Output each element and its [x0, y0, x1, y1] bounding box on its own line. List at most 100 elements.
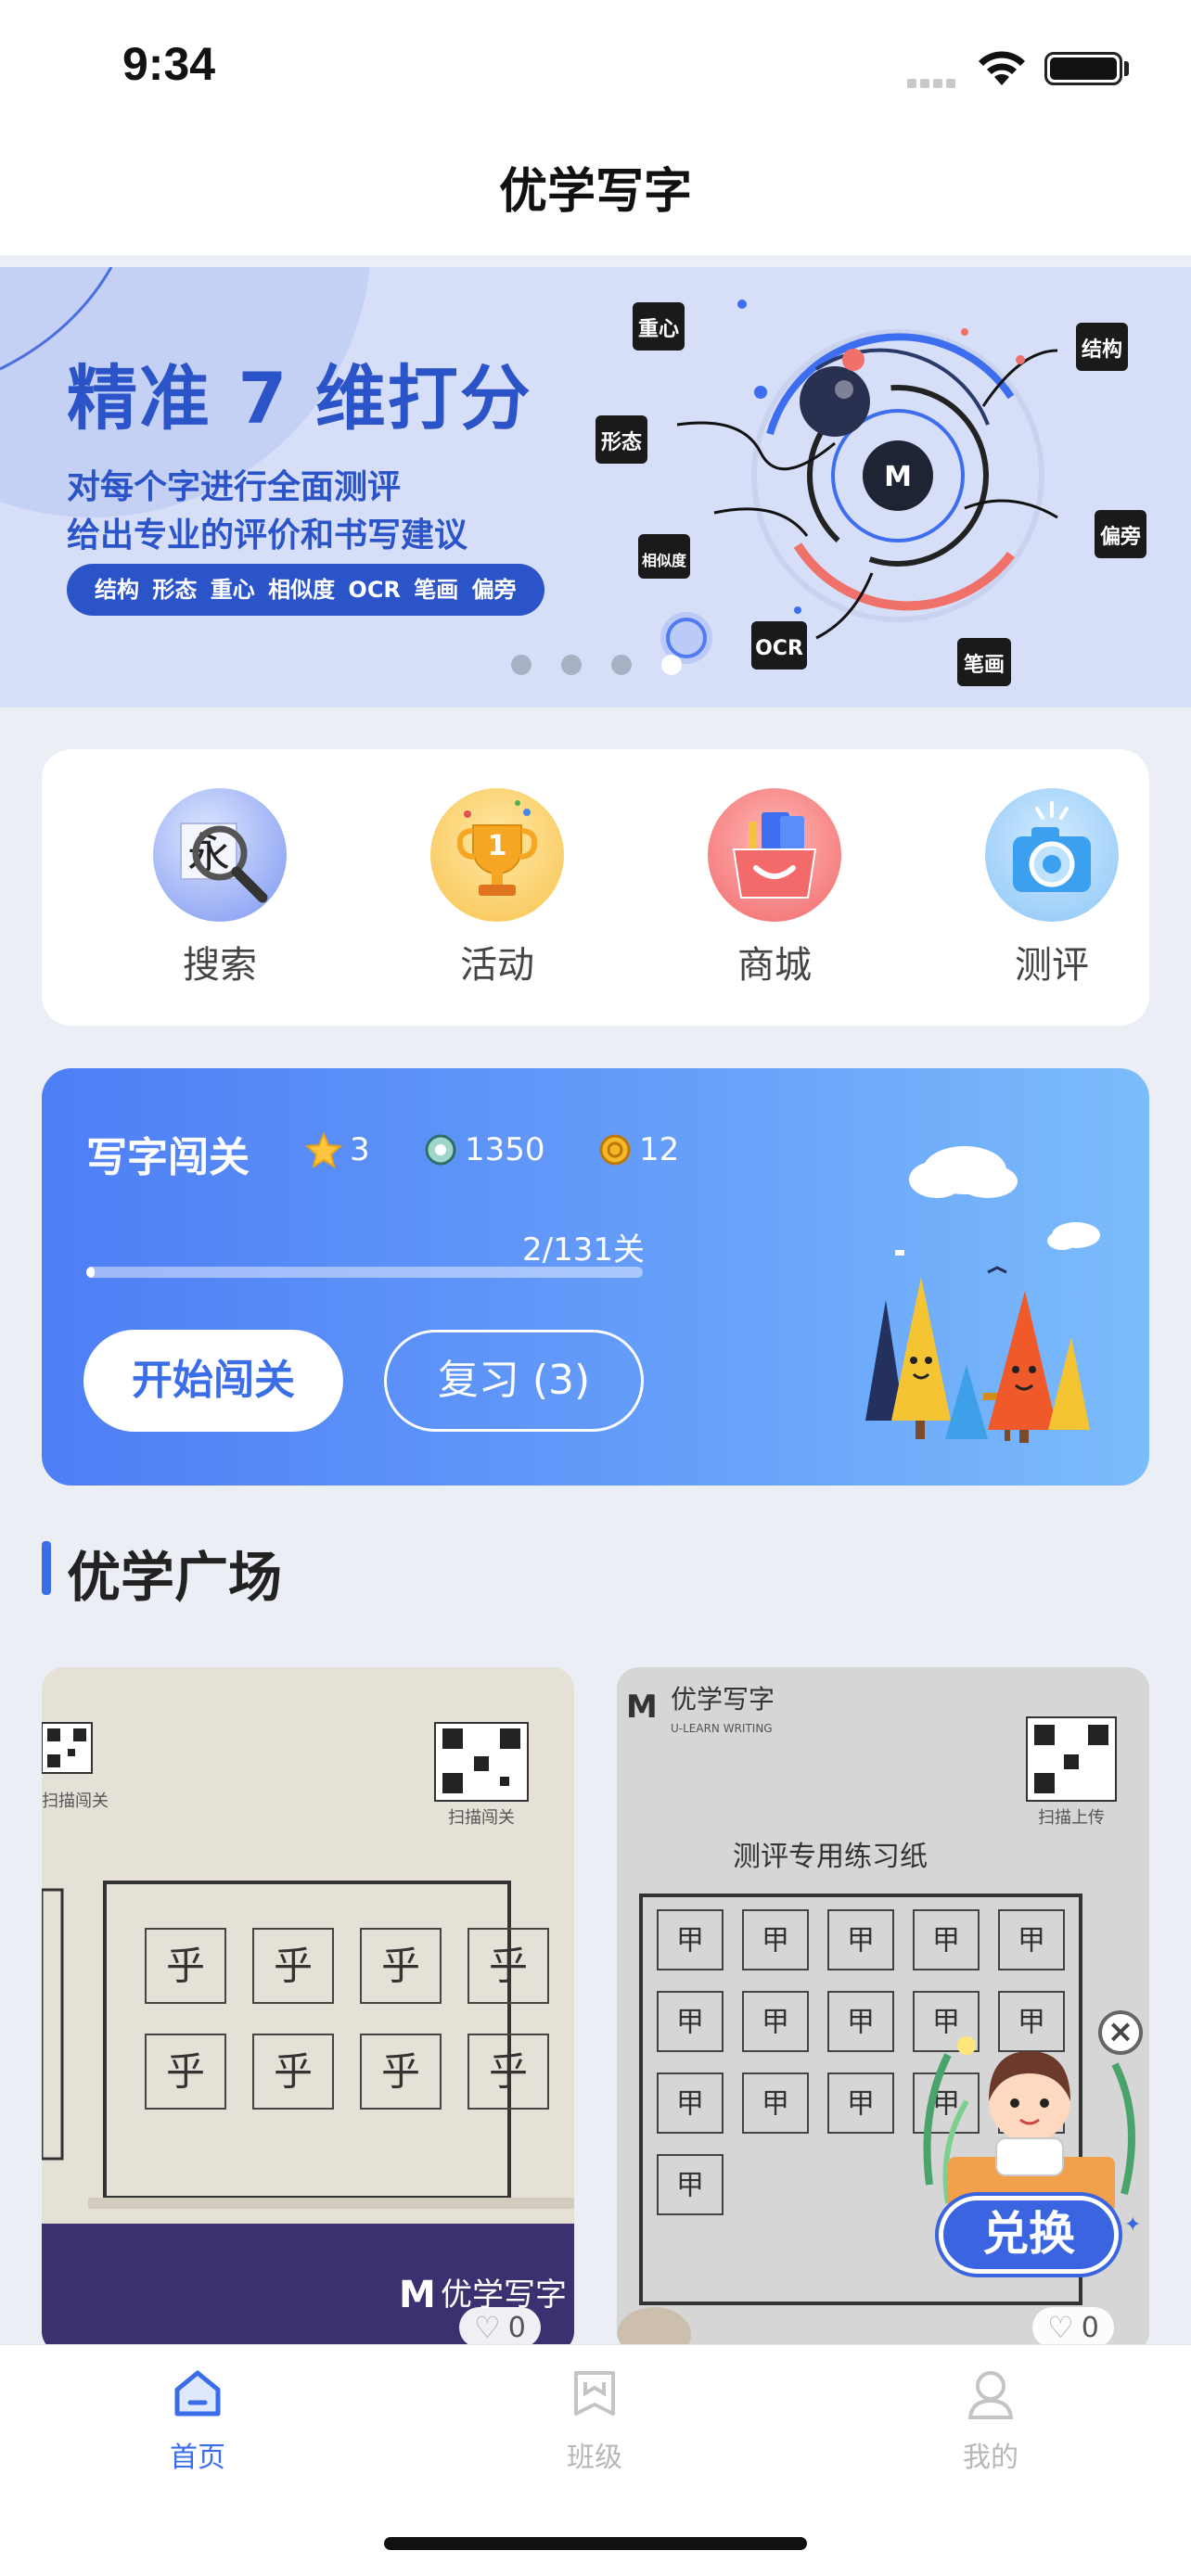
- practice-character: 乎: [381, 2049, 420, 2095]
- practice-character: 甲: [847, 2007, 875, 2039]
- points-count: 1350: [465, 1131, 545, 1168]
- practice-character: 甲: [676, 2007, 704, 2039]
- banner-tag: 相似度: [642, 552, 687, 569]
- banner-subtitle-1: 对每个字进行全面测评: [67, 468, 402, 506]
- banner-tag: 形态: [601, 430, 642, 454]
- trophy-icon: 1: [430, 788, 564, 922]
- home-indicator: [384, 2537, 807, 2550]
- heart-icon: ♡: [474, 2310, 501, 2345]
- practice-character: 乎: [166, 1944, 205, 1989]
- shopping-bag-icon: [708, 788, 841, 922]
- page-dot[interactable]: [511, 655, 531, 675]
- practice-character: 乎: [381, 1944, 420, 1989]
- nav-header: 优学写字: [0, 130, 1191, 255]
- practice-character: 甲: [762, 1925, 789, 1958]
- section-title: 优学广场: [67, 1546, 283, 1609]
- like-button[interactable]: ♡ 0: [459, 2307, 541, 2348]
- tab-profile[interactable]: 我的: [898, 2366, 1083, 2475]
- progress-bar: [86, 1267, 643, 1278]
- tab-label: 我的: [963, 2442, 1018, 2474]
- menu-item-search[interactable]: 永 搜索: [127, 788, 313, 988]
- star-icon: [305, 1131, 342, 1168]
- page-dot[interactable]: [611, 655, 632, 675]
- practice-character: 甲: [676, 2170, 704, 2202]
- practice-character: 乎: [489, 1944, 528, 1989]
- gem-icon: [425, 1134, 456, 1166]
- coins-stat: 12: [598, 1131, 679, 1168]
- progress-label: 2/131关: [522, 1231, 645, 1269]
- practice-character: 乎: [274, 2049, 313, 2095]
- menu-label: 商城: [737, 944, 812, 987]
- section-marker: [42, 1541, 51, 1595]
- forest-illustration: [865, 1146, 1100, 1443]
- practice-character: 甲: [762, 2007, 789, 2039]
- stars-count: 3: [350, 1131, 370, 1168]
- close-icon[interactable]: ×: [1098, 2010, 1143, 2055]
- start-challenge-button[interactable]: 开始闯关: [83, 1330, 343, 1432]
- stars-stat: 3: [305, 1131, 370, 1168]
- cellular-signal-icon: [907, 74, 963, 88]
- menu-item-evaluate[interactable]: 测评: [959, 788, 1145, 988]
- heart-icon: ♡: [1047, 2310, 1074, 2345]
- banner-tag: 重心: [638, 318, 679, 341]
- svg-text:1: 1: [488, 830, 507, 862]
- like-count: 0: [507, 2311, 526, 2344]
- practice-character: 乎: [489, 2049, 528, 2095]
- wifi-icon: [979, 51, 1025, 85]
- quick-menu: 永 搜索 1 活动 商城 测评: [42, 749, 1149, 1026]
- practice-character: 甲: [1018, 1925, 1045, 1958]
- class-icon: [574, 2371, 615, 2416]
- menu-item-shop[interactable]: 商城: [682, 788, 867, 988]
- plaza-post[interactable]: 扫描闯关 扫描闯关 乎乎乎乎乎乎乎乎 优学写字 M ♡ 0: [42, 1667, 574, 2353]
- exchange-button[interactable]: 兑换: [939, 2196, 1119, 2274]
- banner-tag: OCR: [755, 637, 803, 660]
- practice-character: 甲: [932, 1925, 960, 1958]
- svg-text:M: M: [626, 1689, 658, 1726]
- search-icon: 永: [153, 788, 287, 922]
- coins-count: 12: [639, 1131, 680, 1168]
- practice-character: 甲: [762, 2088, 789, 2121]
- menu-label: 搜索: [183, 944, 257, 987]
- banner-tag: 结构: [1082, 338, 1122, 362]
- like-button[interactable]: ♡ 0: [1032, 2307, 1114, 2348]
- page-title: 优学写字: [498, 164, 692, 220]
- qr-caption: 扫描闯关: [42, 1792, 109, 1811]
- menu-label: 活动: [460, 944, 534, 987]
- status-bar: 9:34: [0, 0, 1191, 130]
- post-brand-en: U-LEARN WRITING: [671, 1722, 773, 1735]
- post-brand: 优学写字: [671, 1684, 775, 1715]
- coin-icon: [599, 1134, 631, 1166]
- status-time: 9:34: [122, 38, 216, 90]
- profile-icon: [967, 2371, 1014, 2419]
- practice-character: 乎: [274, 1944, 313, 1989]
- page-dot-active[interactable]: [661, 655, 682, 675]
- tab-label: 班级: [567, 2442, 622, 2474]
- svg-text:✦: ✦: [1124, 2213, 1141, 2237]
- banner-dimensions-pill: 结构 形态 重心 相似度 OCR 笔画 偏旁: [67, 564, 544, 616]
- battery-icon: [1044, 52, 1122, 85]
- page-dot[interactable]: [561, 655, 582, 675]
- challenge-title: 写字闯关: [86, 1134, 250, 1181]
- svg-text:M: M: [884, 461, 912, 493]
- tab-class[interactable]: 班级: [502, 2366, 687, 2475]
- practice-character: 乎: [166, 2049, 205, 2095]
- tab-home[interactable]: 首页: [105, 2366, 290, 2475]
- post-photo: 扫描闯关 扫描闯关 乎乎乎乎乎乎乎乎 优学写字 M: [42, 1667, 574, 2353]
- practice-character: 甲: [676, 1925, 704, 1958]
- points-stat: 1350: [424, 1131, 545, 1168]
- banner-title: 精准 7 维打分: [67, 357, 532, 440]
- review-button[interactable]: 复习 (3): [384, 1330, 644, 1432]
- practice-character: 甲: [847, 1925, 875, 1958]
- practice-character: 甲: [676, 2088, 704, 2121]
- sheet-title: 测评专用练习纸: [733, 1841, 928, 1873]
- home-icon: [174, 2370, 221, 2417]
- banner-subtitle-2: 给出专业的评价和书写建议: [67, 516, 468, 555]
- writing-challenge-card[interactable]: 写字闯关 3 1350 12 2/131关 开始闯关 复习 (3): [42, 1068, 1149, 1486]
- menu-item-activity[interactable]: 1 活动: [404, 788, 590, 988]
- tab-label: 首页: [170, 2442, 225, 2474]
- practice-character: 甲: [847, 2088, 875, 2121]
- promo-banner[interactable]: 精准 7 维打分 对每个字进行全面测评 给出专业的评价和书写建议 结构 形态 重…: [0, 267, 1191, 708]
- qr-caption: 扫描上传: [1038, 1808, 1105, 1828]
- svg-text:M: M: [399, 2274, 436, 2316]
- scoring-radar-illustration: M 重心 结构 形态 相似度 偏旁 OCR 笔画: [596, 300, 1146, 686]
